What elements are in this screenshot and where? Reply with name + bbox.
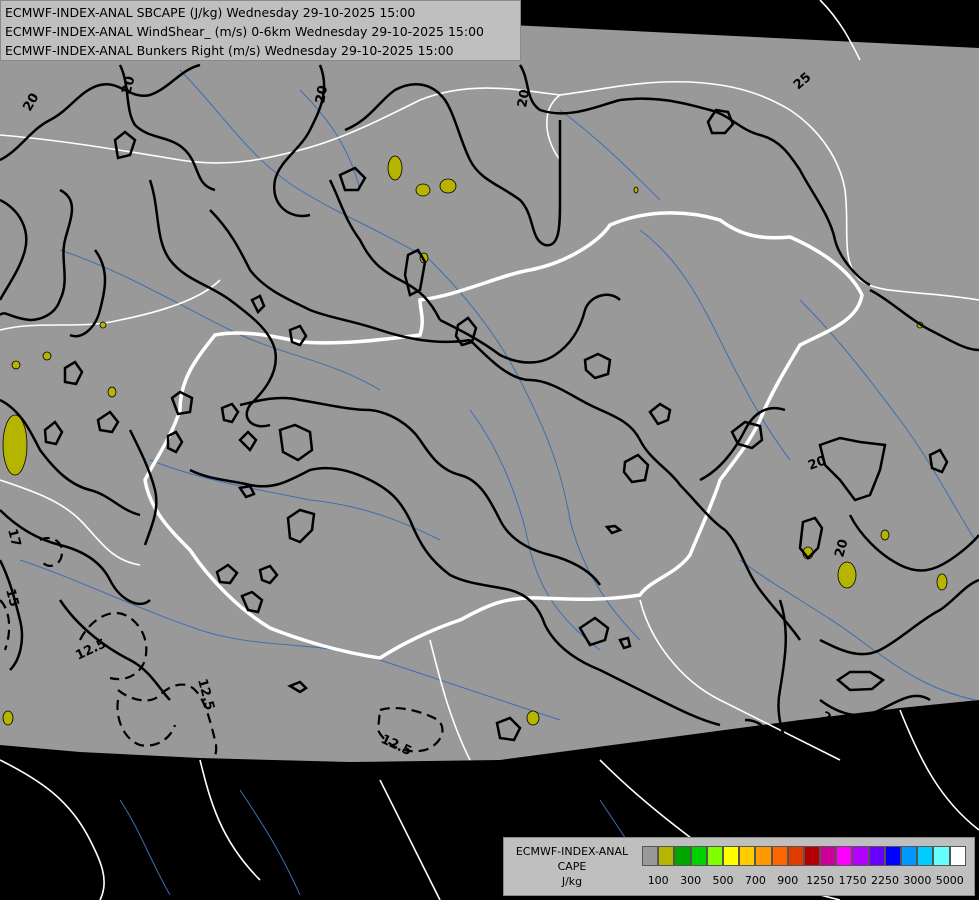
legend-title-line: J/kg [561, 875, 583, 888]
legend-swatch [917, 846, 934, 866]
legend-swatch [836, 846, 853, 866]
legend-tick-label: 700 [744, 874, 766, 887]
legend-tick-label: 900 [777, 874, 799, 887]
legend-swatch [642, 846, 659, 866]
legend-swatch [706, 846, 723, 866]
legend-tick-label: 5000 [935, 874, 964, 887]
legend-swatch [803, 846, 821, 866]
contour-label: 20 [515, 88, 533, 108]
legend-title-line: CAPE [557, 860, 587, 873]
legend-swatch [868, 846, 885, 866]
legend-title: ECMWF-INDEX-ANAL CAPE J/kg [506, 844, 638, 889]
legend-tick-label: 1750 [838, 874, 867, 887]
contour-label: 17 [752, 729, 770, 744]
legend-ticks: 100 300 500 700 900 1250 1750 2250 3000 5000 [642, 874, 972, 888]
legend-swatch [884, 846, 901, 866]
legend-tick-label: 100 [647, 874, 669, 887]
legend-tick-label: 1250 [806, 874, 835, 887]
contour-label: 20 [313, 84, 331, 104]
title-line-bunkers: ECMWF-INDEX-ANAL Bunkers Right (m/s) Wed… [5, 43, 454, 58]
legend-swatches [642, 846, 966, 866]
title-line-sbcape: ECMWF-INDEX-ANAL SBCAPE (J/kg) Wednesday… [5, 5, 416, 20]
legend-swatch [739, 846, 756, 866]
legend-swatch [852, 846, 869, 866]
legend-title-line: ECMWF-INDEX-ANAL [515, 845, 629, 858]
legend-swatch [787, 846, 804, 866]
legend-swatch [658, 846, 675, 866]
weather-map: 20 20 20 20 25 20 20 20 17 17 15 12.5 12… [0, 0, 979, 900]
legend-swatch [820, 846, 837, 866]
legend-tick-label: 2250 [871, 874, 899, 887]
legend-tick-label: 500 [712, 874, 734, 887]
legend-swatch [949, 846, 966, 866]
legend-swatch [901, 846, 918, 866]
legend-swatch [722, 846, 740, 866]
legend-swatch [755, 846, 772, 866]
legend-swatch [690, 846, 707, 866]
legend-swatch [674, 846, 691, 866]
map-title-box: ECMWF-INDEX-ANAL SBCAPE (J/kg) Wednesday… [0, 0, 521, 61]
legend-tick-label: 300 [680, 874, 702, 887]
title-line-windshear: ECMWF-INDEX-ANAL WindShear_ (m/s) 0-6km … [5, 24, 484, 39]
legend-swatch [933, 846, 950, 866]
legend-swatch [771, 846, 788, 866]
cape-legend: ECMWF-INDEX-ANAL CAPE J/kg 100 300 500 700 9… [503, 837, 975, 896]
legend-tick-label: 3000 [903, 874, 932, 887]
